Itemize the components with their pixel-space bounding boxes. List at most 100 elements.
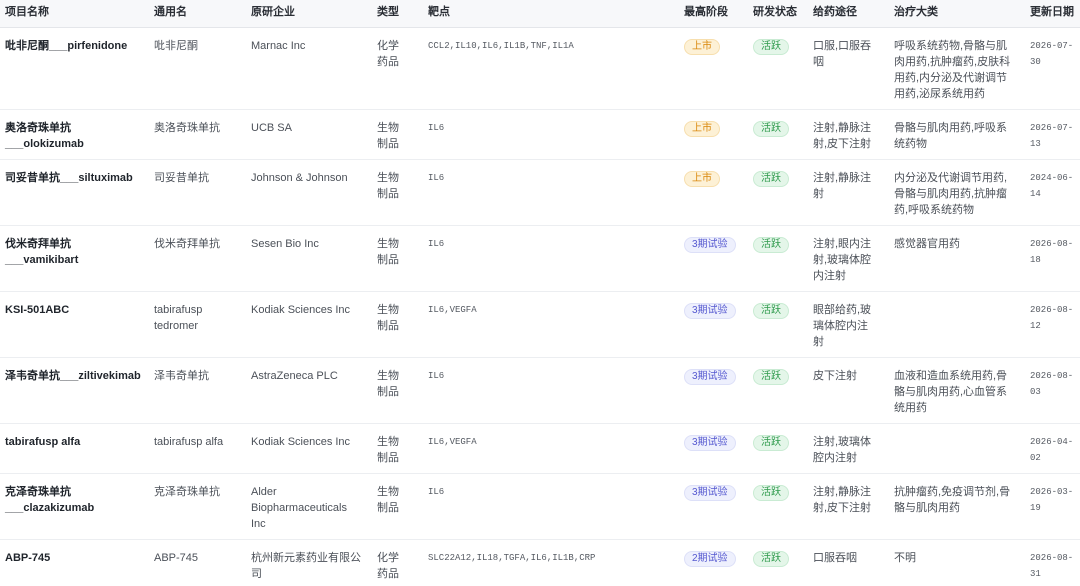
header-route: 给药途径: [808, 0, 889, 28]
cell-therapeutic-category: 呼吸系统药物,骨骼与肌肉用药,抗肿瘤药,皮肤科用药,内分泌及代谢调节用药,泌尿系…: [889, 27, 1025, 110]
cell-rd-status: 活跃: [748, 27, 808, 110]
cell-highest-stage: 上市: [679, 109, 748, 160]
stage-badge: 上市: [684, 171, 720, 187]
cell-project-name: ABP-745: [0, 539, 149, 586]
table-row[interactable]: tabirafusp alfa tabirafusp alfa Kodiak S…: [0, 423, 1080, 474]
cell-type: 生物制品: [372, 423, 423, 474]
cell-rd-status: 活跃: [748, 423, 808, 474]
status-badge: 活跃: [753, 39, 789, 55]
cell-targets: IL6,VEGFA: [423, 291, 679, 358]
status-badge: 活跃: [753, 171, 789, 187]
cell-route: 口服,口服吞咽: [808, 27, 889, 110]
cell-project-name: 泽韦奇单抗___ziltivekimab: [0, 357, 149, 424]
project-name-link[interactable]: ABP-745: [5, 552, 50, 564]
cell-therapeutic-category: 骨骼与肌肉用药,呼吸系统药物: [889, 109, 1025, 160]
table-row[interactable]: 伐米奇拜单抗___vamikibart 伐米奇拜单抗 Sesen Bio Inc…: [0, 225, 1080, 292]
cell-project-name: KSI-501ABC: [0, 291, 149, 358]
cell-originator-company: Kodiak Sciences Inc: [246, 423, 372, 474]
cell-project-name: 吡非尼酮___pirfenidone: [0, 27, 149, 110]
cell-targets: IL6: [423, 357, 679, 424]
header-therapeutic-category: 治疗大类: [889, 0, 1025, 28]
cell-project-name: tabirafusp alfa: [0, 423, 149, 474]
cell-originator-company: AstraZeneca PLC: [246, 357, 372, 424]
cell-generic-name: tabirafusp alfa: [149, 423, 246, 474]
cell-rd-status: 活跃: [748, 225, 808, 292]
cell-type: 化学药品: [372, 27, 423, 110]
cell-therapeutic-category: 血液和造血系统用药,骨骼与肌肉用药,心血管系统用药: [889, 357, 1025, 424]
cell-generic-name: 泽韦奇单抗: [149, 357, 246, 424]
cell-highest-stage: 3期试验: [679, 225, 748, 292]
drug-pipeline-table: 项目名称 通用名 原研企业 类型 靶点 最高阶段 研发状态 给药途径 治疗大类 …: [0, 0, 1080, 586]
header-targets: 靶点: [423, 0, 679, 28]
project-name-link[interactable]: 司妥昔单抗___siltuximab: [5, 172, 133, 184]
cell-highest-stage: 2期试验: [679, 539, 748, 586]
cell-originator-company: Kodiak Sciences Inc: [246, 291, 372, 358]
header-rd-status: 研发状态: [748, 0, 808, 28]
project-name-link[interactable]: 克泽奇珠单抗___clazakizumab: [5, 486, 94, 514]
table-row[interactable]: 奥洛奇珠单抗___olokizumab 奥洛奇珠单抗 UCB SA 生物制品 I…: [0, 109, 1080, 160]
status-badge: 活跃: [753, 369, 789, 385]
cell-route: 注射,静脉注射,皮下注射: [808, 473, 889, 540]
cell-updated-date: 2026-03-19: [1025, 473, 1080, 540]
header-project-name: 项目名称: [0, 0, 149, 28]
stage-badge: 3期试验: [684, 435, 736, 451]
cell-targets: IL6,VEGFA: [423, 423, 679, 474]
table-row[interactable]: 司妥昔单抗___siltuximab 司妥昔单抗 Johnson & Johns…: [0, 159, 1080, 226]
cell-therapeutic-category: [889, 423, 1025, 474]
cell-updated-date: 2026-07-30: [1025, 27, 1080, 110]
cell-rd-status: 活跃: [748, 357, 808, 424]
stage-badge: 2期试验: [684, 551, 736, 567]
header-highest-stage: 最高阶段: [679, 0, 748, 28]
cell-targets: CCL2,IL10,IL6,IL1B,TNF,IL1A: [423, 27, 679, 110]
cell-updated-date: 2026-08-03: [1025, 357, 1080, 424]
cell-updated-date: 2026-08-31: [1025, 539, 1080, 586]
cell-targets: SLC22A12,IL18,TGFA,IL6,IL1B,CRP: [423, 539, 679, 586]
drug-pipeline-table-view: 项目名称 通用名 原研企业 类型 靶点 最高阶段 研发状态 给药途径 治疗大类 …: [0, 0, 1080, 586]
project-name-link[interactable]: 伐米奇拜单抗___vamikibart: [5, 238, 78, 266]
stage-badge: 上市: [684, 39, 720, 55]
table-row[interactable]: 泽韦奇单抗___ziltivekimab 泽韦奇单抗 AstraZeneca P…: [0, 357, 1080, 424]
cell-generic-name: 克泽奇珠单抗: [149, 473, 246, 540]
status-badge: 活跃: [753, 551, 789, 567]
cell-therapeutic-category: 不明: [889, 539, 1025, 586]
table-row[interactable]: ABP-745 ABP-745 杭州新元素药业有限公司 化学药品 SLC22A1…: [0, 539, 1080, 586]
project-name-link[interactable]: 吡非尼酮___pirfenidone: [5, 40, 127, 52]
cell-route: 注射,玻璃体腔内注射: [808, 423, 889, 474]
cell-updated-date: 2026-07-13: [1025, 109, 1080, 160]
cell-generic-name: 奥洛奇珠单抗: [149, 109, 246, 160]
cell-originator-company: Marnac Inc: [246, 27, 372, 110]
cell-generic-name: ABP-745: [149, 539, 246, 586]
cell-route: 注射,静脉注射: [808, 159, 889, 226]
cell-updated-date: 2026-08-18: [1025, 225, 1080, 292]
cell-rd-status: 活跃: [748, 109, 808, 160]
cell-originator-company: Johnson & Johnson: [246, 159, 372, 226]
cell-rd-status: 活跃: [748, 473, 808, 540]
project-name-link[interactable]: 泽韦奇单抗___ziltivekimab: [5, 370, 141, 382]
table-row[interactable]: 吡非尼酮___pirfenidone 吡非尼酮 Marnac Inc 化学药品 …: [0, 27, 1080, 110]
cell-originator-company: Alder Biopharmaceuticals Inc: [246, 473, 372, 540]
project-name-link[interactable]: tabirafusp alfa: [5, 436, 80, 448]
cell-rd-status: 活跃: [748, 539, 808, 586]
cell-targets: IL6: [423, 159, 679, 226]
table-row[interactable]: KSI-501ABC tabirafusp tedromer Kodiak Sc…: [0, 291, 1080, 358]
cell-highest-stage: 上市: [679, 27, 748, 110]
header-row: 项目名称 通用名 原研企业 类型 靶点 最高阶段 研发状态 给药途径 治疗大类 …: [0, 0, 1080, 28]
cell-type: 生物制品: [372, 109, 423, 160]
stage-badge: 上市: [684, 121, 720, 137]
cell-type: 生物制品: [372, 291, 423, 358]
table-row[interactable]: 克泽奇珠单抗___clazakizumab 克泽奇珠单抗 Alder Bioph…: [0, 473, 1080, 540]
cell-therapeutic-category: 抗肿瘤药,免疫调节剂,骨骼与肌肉用药: [889, 473, 1025, 540]
stage-badge: 3期试验: [684, 369, 736, 385]
header-generic-name: 通用名: [149, 0, 246, 28]
project-name-link[interactable]: 奥洛奇珠单抗___olokizumab: [5, 122, 84, 150]
cell-route: 注射,眼内注射,玻璃体腔内注射: [808, 225, 889, 292]
cell-therapeutic-category: 感觉器官用药: [889, 225, 1025, 292]
cell-generic-name: tabirafusp tedromer: [149, 291, 246, 358]
project-name-link[interactable]: KSI-501ABC: [5, 304, 69, 316]
cell-project-name: 克泽奇珠单抗___clazakizumab: [0, 473, 149, 540]
cell-type: 生物制品: [372, 473, 423, 540]
header-originator-company: 原研企业: [246, 0, 372, 28]
table-header: 项目名称 通用名 原研企业 类型 靶点 最高阶段 研发状态 给药途径 治疗大类 …: [0, 0, 1080, 28]
status-badge: 活跃: [753, 237, 789, 253]
cell-project-name: 司妥昔单抗___siltuximab: [0, 159, 149, 226]
